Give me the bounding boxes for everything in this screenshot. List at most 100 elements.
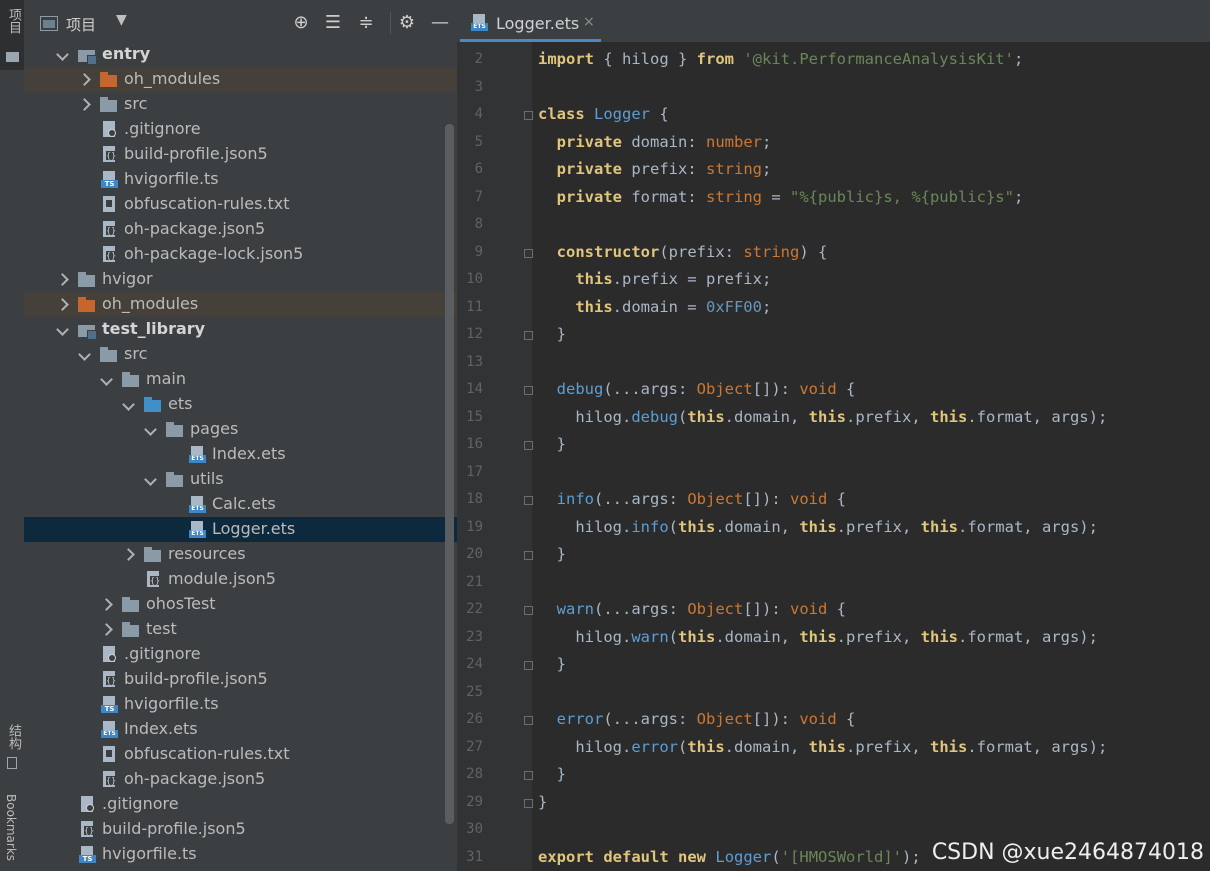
code-token: private — [556, 132, 622, 151]
bookmarks-tool-label[interactable]: Bookmarks — [4, 794, 18, 861]
tree-item[interactable]: Index.ets — [24, 442, 457, 467]
code-token: info — [631, 517, 669, 536]
tree-scrollbar[interactable] — [445, 124, 454, 824]
locate-icon[interactable]: ⊕ — [290, 12, 312, 34]
collapse-all-icon[interactable]: ≑ — [355, 12, 377, 34]
fold-marker-icon[interactable] — [524, 716, 533, 725]
chevron-down-icon[interactable] — [101, 376, 111, 386]
tree-item[interactable]: ets — [24, 392, 457, 417]
chevron-right-icon[interactable] — [79, 99, 89, 109]
fold-marker-icon[interactable] — [524, 496, 533, 505]
code-token: info — [556, 490, 594, 508]
line-number: 3 — [474, 78, 483, 95]
project-panel-title[interactable]: 项目 — [66, 14, 96, 35]
code-token: Logger — [594, 105, 651, 123]
tree-item[interactable]: resources — [24, 542, 457, 567]
chevron-down-icon[interactable] — [57, 51, 67, 61]
expand-all-icon[interactable]: ☰ — [322, 12, 344, 34]
code-token: '@kit.PerformanceAnalysisKit' — [743, 50, 1014, 68]
tree-item[interactable]: hvigorfile.ts — [24, 167, 457, 192]
gear-icon[interactable]: ⚙ — [396, 12, 418, 34]
code-token: this — [687, 737, 725, 756]
project-tool-label[interactable]: 项目 — [4, 8, 23, 34]
json-file-icon — [101, 221, 119, 238]
fold-marker-icon[interactable] — [524, 551, 533, 560]
tree-item[interactable]: .gitignore — [24, 117, 457, 142]
tree-item[interactable]: oh-package.json5 — [24, 217, 457, 242]
code-token: string — [743, 242, 800, 261]
tree-item[interactable]: utils — [24, 467, 457, 492]
code-token: } — [538, 545, 566, 563]
minimize-icon[interactable]: — — [429, 12, 451, 34]
chevron-down-icon[interactable] — [145, 426, 155, 436]
chevron-right-icon[interactable] — [101, 599, 111, 609]
tree-item[interactable]: obfuscation-rules.txt — [24, 192, 457, 217]
code-line: hilog.debug(this.domain, this.prefix, th… — [538, 408, 1107, 426]
line-number: 22 — [466, 601, 483, 617]
tree-item[interactable]: ohosTest — [24, 592, 457, 617]
json-file-icon — [79, 821, 97, 838]
close-icon[interactable]: × — [583, 14, 595, 30]
chevron-right-icon[interactable] — [57, 274, 67, 284]
chevron-down-icon[interactable] — [57, 326, 67, 336]
fold-marker-icon[interactable] — [524, 248, 533, 258]
fold-marker-icon[interactable] — [524, 386, 533, 395]
tree-item[interactable]: Calc.ets — [24, 492, 457, 517]
chevron-right-icon[interactable] — [123, 549, 133, 559]
tree-item[interactable]: main — [24, 367, 457, 392]
tree-item[interactable]: build-profile.json5 — [24, 817, 457, 842]
tree-item-label: Logger.ets — [212, 519, 296, 538]
tree-item[interactable]: module.json5 — [24, 567, 457, 592]
tree-item[interactable]: Logger.ets — [24, 517, 457, 542]
tree-item[interactable]: obfuscation-rules.txt — [24, 742, 457, 767]
tree-item[interactable]: pages — [24, 417, 457, 442]
fold-marker-icon[interactable] — [524, 606, 533, 615]
structure-tool-label[interactable]: 结构 — [4, 724, 23, 750]
tree-item[interactable]: .gitignore — [24, 792, 457, 817]
tree-item-label: obfuscation-rules.txt — [124, 194, 290, 213]
chevron-right-icon[interactable] — [79, 74, 89, 84]
fold-marker-icon[interactable] — [524, 798, 533, 808]
line-number: 16 — [466, 436, 483, 452]
tree-item[interactable]: Index.ets — [24, 717, 457, 742]
code-editor[interactable]: 2 3 4 5 6 7 8 9 10 11 12 13 14 15 16 17 18 19 20 21 22 23 24 25… — [457, 42, 1210, 871]
line-number: 15 — [466, 408, 483, 425]
chevron-down-icon[interactable] — [123, 401, 133, 411]
line-number: 24 — [466, 656, 483, 672]
fold-marker-icon[interactable] — [524, 661, 533, 670]
code-token: .domain = — [612, 297, 706, 316]
fold-marker-icon[interactable] — [524, 111, 533, 120]
tree-item[interactable]: entry — [24, 42, 457, 67]
tree-item[interactable]: hvigorfile.ts — [24, 692, 457, 717]
tree-item[interactable]: hvigorfile.ts — [24, 842, 457, 867]
tree-item[interactable]: oh_modules — [24, 67, 457, 92]
chevron-down-icon[interactable] — [79, 351, 89, 361]
code-line: } — [538, 325, 566, 343]
code-token: hilog. — [538, 517, 632, 536]
chevron-down-icon[interactable] — [145, 476, 155, 486]
chevron-right-icon[interactable] — [101, 624, 111, 634]
code-token: number — [706, 132, 762, 151]
tab-logger-ets[interactable]: Logger.ets × — [460, 6, 601, 42]
code-token: .prefix, — [836, 627, 921, 646]
folder-icon — [122, 621, 140, 638]
chevron-down-icon[interactable]: ▼ — [116, 12, 127, 28]
tree-item[interactable]: src — [24, 92, 457, 117]
tree-item[interactable]: hvigor — [24, 267, 457, 292]
tree-item[interactable]: build-profile.json5 — [24, 667, 457, 692]
fold-marker-icon[interactable] — [524, 441, 533, 450]
tree-item[interactable]: oh-package.json5 — [24, 767, 457, 792]
tree-item[interactable]: oh-package-lock.json5 — [24, 242, 457, 267]
code-token: void — [790, 600, 828, 618]
tree-item[interactable]: build-profile.json5 — [24, 142, 457, 167]
tree-item[interactable]: src — [24, 342, 457, 367]
fold-marker-icon[interactable] — [524, 771, 533, 780]
tree-item[interactable]: .gitignore — [24, 642, 457, 667]
tree-item[interactable]: test — [24, 617, 457, 642]
tree-item[interactable]: test_library — [24, 317, 457, 342]
line-number: 29 — [466, 793, 483, 810]
tree-item[interactable]: oh_modules — [24, 292, 457, 317]
chevron-right-icon[interactable] — [57, 299, 67, 309]
fold-marker-icon[interactable] — [524, 331, 533, 340]
